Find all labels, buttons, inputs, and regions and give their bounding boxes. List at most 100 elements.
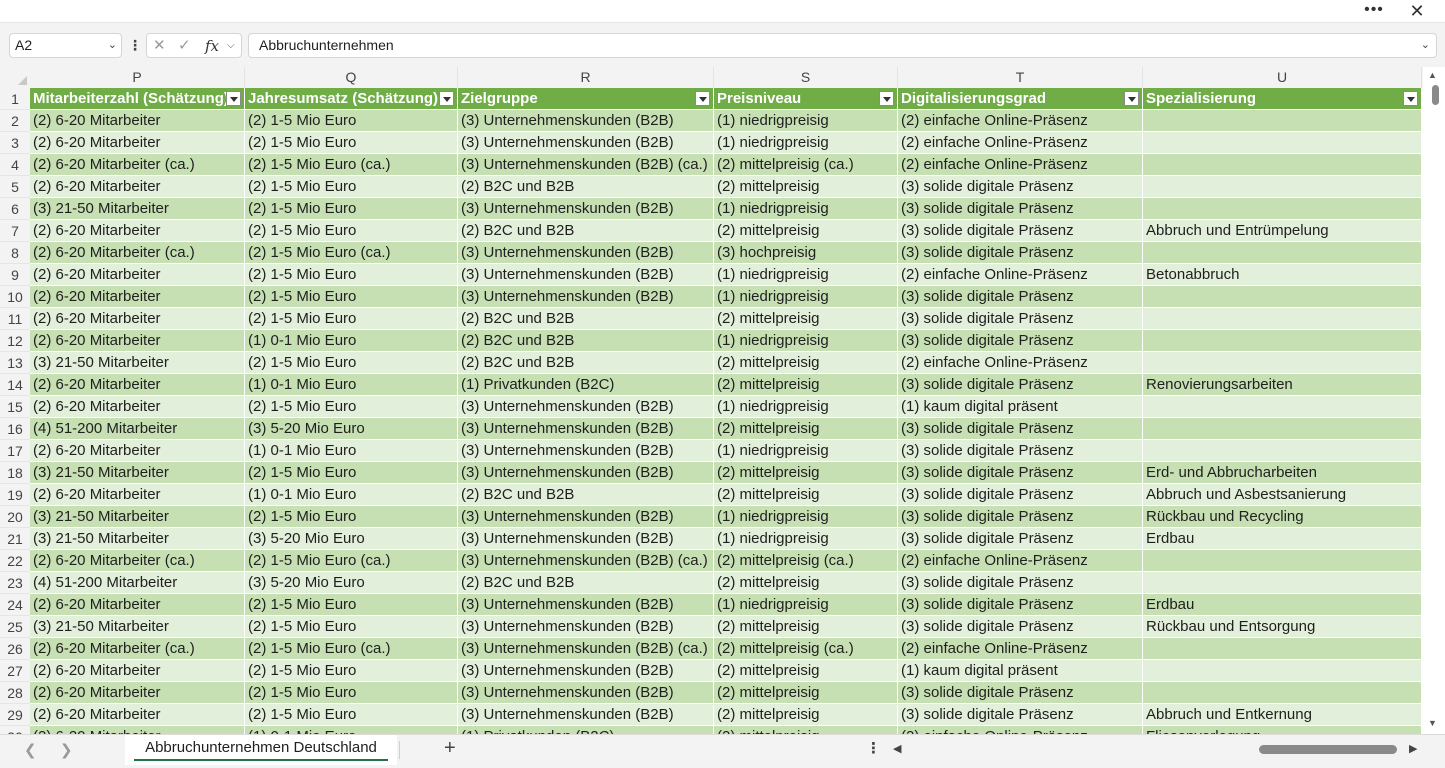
table-cell[interactable]: (3) solide digitale Präsenz — [898, 286, 1143, 308]
table-cell[interactable]: (3) solide digitale Präsenz — [898, 594, 1143, 616]
table-cell[interactable]: Erdbau — [1143, 528, 1422, 550]
close-icon[interactable]: ✕ — [1405, 1, 1429, 21]
table-cell[interactable]: (2) einfache Online-Präsenz — [898, 154, 1143, 176]
row-number[interactable]: 26 — [0, 638, 30, 660]
table-cell[interactable]: (3) Unternehmenskunden (B2B) — [458, 528, 714, 550]
column-header-r[interactable]: R — [458, 67, 714, 88]
table-cell[interactable]: (2) 1-5 Mio Euro — [245, 352, 458, 374]
table-cell[interactable]: (2) 6-20 Mitarbeiter — [30, 682, 245, 704]
table-cell[interactable]: (3) Unternehmenskunden (B2B) — [458, 198, 714, 220]
row-number[interactable]: 7 — [0, 220, 30, 242]
table-cell[interactable]: (3) Unternehmenskunden (B2B) — [458, 110, 714, 132]
table-cell[interactable]: (2) 1-5 Mio Euro — [245, 594, 458, 616]
table-cell[interactable]: (1) niedrigpreisig — [714, 110, 898, 132]
table-cell[interactable]: (3) 21-50 Mitarbeiter — [30, 462, 245, 484]
header-cell[interactable]: Preisniveau — [714, 88, 898, 110]
table-cell[interactable] — [1143, 242, 1422, 264]
row-number[interactable]: 1 — [0, 88, 30, 110]
formula-input[interactable]: Abbruchunternehmen ⌄ — [248, 33, 1437, 58]
table-cell[interactable]: (2) 6-20 Mitarbeiter — [30, 286, 245, 308]
table-cell[interactable] — [1143, 440, 1422, 462]
table-cell[interactable]: (2) einfache Online-Präsenz — [898, 110, 1143, 132]
table-cell[interactable] — [1143, 418, 1422, 440]
table-cell[interactable]: (2) mittelpreisig — [714, 484, 898, 506]
row-number[interactable]: 24 — [0, 594, 30, 616]
table-cell[interactable]: (2) 6-20 Mitarbeiter — [30, 396, 245, 418]
filter-dropdown-icon[interactable] — [439, 91, 454, 106]
table-cell[interactable]: (3) solide digitale Präsenz — [898, 220, 1143, 242]
header-cell[interactable]: Jahresumsatz (Schätzung) — [245, 88, 458, 110]
table-cell[interactable]: (3) solide digitale Präsenz — [898, 198, 1143, 220]
table-cell[interactable]: (2) 6-20 Mitarbeiter — [30, 176, 245, 198]
row-number[interactable]: 19 — [0, 484, 30, 506]
table-cell[interactable]: (3) solide digitale Präsenz — [898, 374, 1143, 396]
row-number[interactable]: 5 — [0, 176, 30, 198]
column-header-s[interactable]: S — [714, 67, 898, 88]
column-header-p[interactable]: P — [30, 67, 245, 88]
table-cell[interactable]: Abbruch und Entkernung — [1143, 704, 1422, 726]
table-cell[interactable]: (2) 1-5 Mio Euro — [245, 286, 458, 308]
header-cell[interactable]: Spezialisierung — [1143, 88, 1422, 110]
formula-bar-menu-icon[interactable]: ⋮ — [128, 35, 142, 55]
table-cell[interactable]: (2) 6-20 Mitarbeiter — [30, 726, 245, 734]
header-cell[interactable]: Zielgruppe — [458, 88, 714, 110]
row-number[interactable]: 15 — [0, 396, 30, 418]
scroll-down-icon[interactable]: ▼ — [1428, 718, 1437, 728]
table-cell[interactable] — [1143, 572, 1422, 594]
table-cell[interactable]: (1) niedrigpreisig — [714, 264, 898, 286]
add-sheet-button[interactable]: + — [444, 737, 456, 760]
table-cell[interactable]: (3) solide digitale Präsenz — [898, 440, 1143, 462]
table-cell[interactable]: (2) 6-20 Mitarbeiter — [30, 484, 245, 506]
table-cell[interactable]: (3) Unternehmenskunden (B2B) (ca.) — [458, 550, 714, 572]
table-cell[interactable]: (3) solide digitale Präsenz — [898, 176, 1143, 198]
insert-function-icon[interactable]: fx — [205, 36, 219, 56]
table-cell[interactable]: Fliesenverlegung — [1143, 726, 1422, 734]
select-all-corner[interactable] — [0, 67, 30, 88]
table-cell[interactable]: (1) niedrigpreisig — [714, 330, 898, 352]
table-cell[interactable]: (1) niedrigpreisig — [714, 198, 898, 220]
row-number[interactable]: 10 — [0, 286, 30, 308]
table-cell[interactable]: (2) mittelpreisig (ca.) — [714, 154, 898, 176]
scroll-up-icon[interactable]: ▲ — [1428, 70, 1437, 80]
table-cell[interactable]: (2) mittelpreisig — [714, 418, 898, 440]
table-cell[interactable]: (3) 5-20 Mio Euro — [245, 572, 458, 594]
table-cell[interactable]: (1) niedrigpreisig — [714, 528, 898, 550]
table-cell[interactable]: (2) einfache Online-Präsenz — [898, 638, 1143, 660]
table-cell[interactable] — [1143, 660, 1422, 682]
table-cell[interactable]: Rückbau und Recycling — [1143, 506, 1422, 528]
table-cell[interactable]: (3) 5-20 Mio Euro — [245, 418, 458, 440]
table-cell[interactable]: (2) 6-20 Mitarbeiter — [30, 440, 245, 462]
table-cell[interactable]: (1) 0-1 Mio Euro — [245, 726, 458, 734]
table-cell[interactable]: (2) mittelpreisig — [714, 704, 898, 726]
table-cell[interactable]: (3) solide digitale Präsenz — [898, 616, 1143, 638]
table-cell[interactable]: (2) einfache Online-Präsenz — [898, 132, 1143, 154]
table-cell[interactable] — [1143, 154, 1422, 176]
row-number[interactable]: 21 — [0, 528, 30, 550]
table-cell[interactable]: (3) solide digitale Präsenz — [898, 484, 1143, 506]
table-cell[interactable] — [1143, 330, 1422, 352]
table-cell[interactable] — [1143, 550, 1422, 572]
table-cell[interactable]: (2) 1-5 Mio Euro — [245, 220, 458, 242]
scroll-right-icon[interactable]: ▶ — [1409, 742, 1417, 755]
table-cell[interactable]: (2) 1-5 Mio Euro (ca.) — [245, 154, 458, 176]
column-header-t[interactable]: T — [898, 67, 1143, 88]
table-cell[interactable]: Abbruch und Asbestsanierung — [1143, 484, 1422, 506]
table-cell[interactable]: (2) 1-5 Mio Euro — [245, 264, 458, 286]
column-header-u[interactable]: U — [1143, 67, 1422, 88]
table-cell[interactable]: (3) solide digitale Präsenz — [898, 704, 1143, 726]
table-cell[interactable]: (2) 6-20 Mitarbeiter — [30, 704, 245, 726]
enter-icon[interactable]: ✓ — [178, 36, 191, 56]
table-cell[interactable]: (3) Unternehmenskunden (B2B) — [458, 286, 714, 308]
row-number[interactable]: 17 — [0, 440, 30, 462]
table-cell[interactable]: (2) mittelpreisig — [714, 462, 898, 484]
horizontal-scroll-thumb[interactable] — [1259, 745, 1397, 754]
table-cell[interactable]: (1) niedrigpreisig — [714, 594, 898, 616]
table-cell[interactable]: (3) Unternehmenskunden (B2B) — [458, 462, 714, 484]
table-cell[interactable]: (2) 6-20 Mitarbeiter — [30, 220, 245, 242]
row-number[interactable]: 16 — [0, 418, 30, 440]
table-cell[interactable]: (3) 5-20 Mio Euro — [245, 528, 458, 550]
table-cell[interactable]: (3) Unternehmenskunden (B2B) — [458, 660, 714, 682]
row-number[interactable]: 2 — [0, 110, 30, 132]
table-cell[interactable]: (3) solide digitale Präsenz — [898, 462, 1143, 484]
table-cell[interactable]: (2) mittelpreisig — [714, 176, 898, 198]
